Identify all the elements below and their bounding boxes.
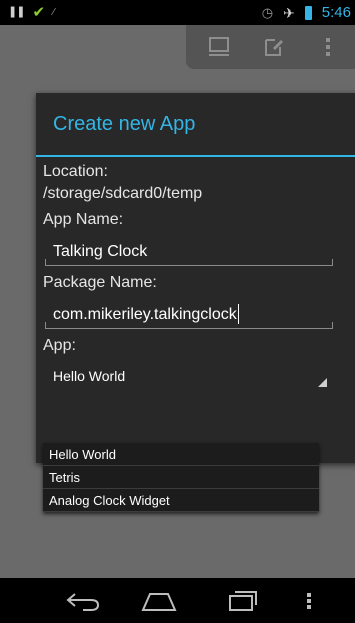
create-app-dialog: Create new App Location: /storage/sdcard… bbox=[36, 93, 355, 463]
recents-icon[interactable] bbox=[208, 578, 278, 623]
location-label: Location: bbox=[43, 163, 108, 180]
pause-icon: ❚❚ bbox=[8, 6, 25, 18]
package-name-label: Package Name: bbox=[43, 274, 157, 291]
package-name-value: com.mikeriley.talkingclock bbox=[53, 306, 237, 323]
package-name-input[interactable]: com.mikeriley.talkingclock bbox=[45, 294, 333, 329]
app-label: App: bbox=[43, 337, 76, 354]
menu-icon[interactable] bbox=[294, 578, 324, 623]
dropdown-option-analog-clock-widget[interactable]: Analog Clock Widget bbox=[43, 489, 319, 512]
airplane-icon: ✈ bbox=[283, 4, 295, 21]
text-cursor bbox=[237, 304, 239, 324]
alarm-icon: ◷ bbox=[261, 5, 274, 20]
app-name-input[interactable]: Talking Clock bbox=[45, 231, 333, 266]
dialog-title: Create new App bbox=[36, 93, 355, 157]
dropdown-option-hello-world[interactable]: Hello World bbox=[43, 443, 319, 466]
status-bar: ❚❚ ✔ ⁄ ◷ ✈ 5:46 bbox=[0, 0, 355, 25]
navigation-bar bbox=[0, 578, 355, 623]
overflow-icon[interactable] bbox=[314, 33, 342, 61]
notification-icon: ⁄ bbox=[53, 6, 55, 18]
check-icon: ✔ bbox=[32, 4, 46, 21]
app-spinner-value: Hello World bbox=[53, 368, 126, 384]
computer-icon[interactable] bbox=[205, 33, 233, 61]
location-value: /storage/sdcard0/temp bbox=[43, 185, 203, 202]
app-name-label: App Name: bbox=[43, 211, 124, 228]
app-name-value: Talking Clock bbox=[53, 243, 148, 260]
edit-icon[interactable] bbox=[259, 33, 287, 61]
back-icon[interactable] bbox=[48, 578, 118, 623]
action-bar bbox=[186, 25, 355, 69]
dropdown-option-tetris[interactable]: Tetris bbox=[43, 466, 319, 489]
spinner-arrow-icon bbox=[318, 378, 327, 387]
battery-icon bbox=[304, 5, 312, 20]
status-time: 5:46 bbox=[321, 4, 351, 21]
home-icon[interactable] bbox=[124, 578, 194, 623]
app-dropdown-list: Hello World Tetris Analog Clock Widget bbox=[43, 443, 319, 512]
app-spinner[interactable]: Hello World bbox=[43, 359, 331, 393]
